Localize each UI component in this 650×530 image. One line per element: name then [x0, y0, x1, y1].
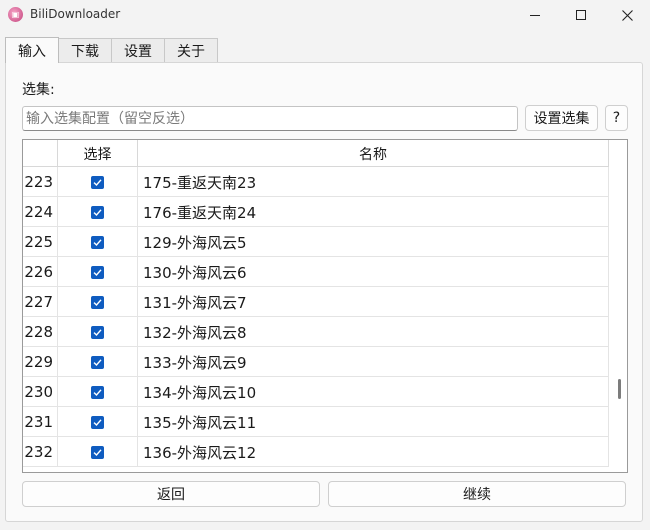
- set-episodes-button[interactable]: 设置选集: [525, 105, 598, 131]
- checkmark-icon: [93, 448, 102, 456]
- tab-settings[interactable]: 设置: [111, 38, 165, 63]
- episode-name: 133-外海风云9: [138, 347, 609, 377]
- table-row[interactable]: 223 175-重返天南23: [23, 167, 609, 197]
- maximize-icon: [576, 10, 586, 20]
- row-checkbox[interactable]: [91, 385, 104, 399]
- episode-name: 134-外海风云10: [138, 377, 609, 407]
- table-row[interactable]: 231 135-外海风云11: [23, 407, 609, 437]
- tab-about[interactable]: 关于: [164, 38, 218, 63]
- select-cell: [57, 257, 138, 287]
- table-row[interactable]: 224 176-重返天南24: [23, 197, 609, 227]
- row-index: 224: [24, 203, 53, 221]
- checkmark-icon: [93, 298, 102, 306]
- scrollbar-thumb[interactable]: [618, 379, 621, 399]
- episode-name: 132-外海风云8: [138, 317, 609, 347]
- row-index: 229: [24, 353, 53, 371]
- episode-name: 136-外海风云12: [138, 437, 609, 467]
- row-checkbox[interactable]: [91, 415, 104, 429]
- checkmark-icon: [93, 208, 102, 216]
- close-button[interactable]: [604, 0, 650, 30]
- input-panel: 选集: 设置选集 ? 选择 名称 223 175-重返天南23 224 176-重返天…: [5, 62, 643, 522]
- table-row[interactable]: 229 133-外海风云9: [23, 347, 609, 377]
- row-checkbox[interactable]: [91, 295, 104, 309]
- checkmark-icon: [93, 268, 102, 276]
- maximize-button[interactable]: [558, 0, 604, 30]
- select-cell: [57, 377, 138, 407]
- episode-name: 175-重返天南23: [138, 167, 609, 197]
- tab-bar: 输入 下载 设置 关于: [5, 37, 218, 63]
- row-index: 232: [24, 443, 53, 461]
- select-cell: [57, 407, 138, 437]
- help-button[interactable]: ?: [605, 105, 628, 131]
- row-index: 228: [24, 323, 53, 341]
- title-bar: ▣ BiliDownloader: [0, 0, 650, 30]
- vertical-scrollbar[interactable]: [612, 167, 627, 472]
- row-checkbox[interactable]: [91, 325, 104, 339]
- table-row[interactable]: 227 131-外海风云7: [23, 287, 609, 317]
- back-button[interactable]: 返回: [22, 481, 320, 507]
- row-checkbox[interactable]: [91, 445, 104, 459]
- episode-name: 135-外海风云11: [138, 407, 609, 437]
- checkmark-icon: [93, 328, 102, 336]
- table-header: 选择 名称: [23, 140, 609, 167]
- select-cell: [57, 317, 138, 347]
- table-row[interactable]: 225 129-外海风云5: [23, 227, 609, 257]
- row-index: 225: [24, 233, 53, 251]
- column-header-select[interactable]: 选择: [57, 140, 138, 167]
- tab-input[interactable]: 输入: [5, 37, 59, 63]
- episode-select-input[interactable]: [22, 106, 518, 131]
- row-index: 227: [24, 293, 53, 311]
- checkmark-icon: [93, 418, 102, 426]
- checkmark-icon: [93, 388, 102, 396]
- select-cell: [57, 437, 138, 467]
- table-row[interactable]: 232 136-外海风云12: [23, 437, 609, 467]
- app-logo-icon: ▣: [8, 7, 23, 22]
- row-checkbox[interactable]: [91, 175, 104, 189]
- minimize-icon: [530, 14, 540, 16]
- select-cell: [57, 347, 138, 377]
- episode-name: 130-外海风云6: [138, 257, 609, 287]
- select-cell: [57, 197, 138, 227]
- continue-button[interactable]: 继续: [328, 481, 626, 507]
- table-row[interactable]: 230 134-外海风云10: [23, 377, 609, 407]
- window-title: BiliDownloader: [30, 7, 121, 21]
- row-index: 223: [24, 173, 53, 191]
- row-checkbox[interactable]: [91, 355, 104, 369]
- minimize-button[interactable]: [512, 0, 558, 30]
- column-header-name[interactable]: 名称: [138, 140, 609, 167]
- checkmark-icon: [93, 178, 102, 186]
- close-icon: [621, 9, 633, 21]
- table-body: 223 175-重返天南23 224 176-重返天南24 225 129-外海风云5 22…: [23, 167, 609, 467]
- row-checkbox[interactable]: [91, 235, 104, 249]
- episode-select-label: 选集:: [22, 82, 55, 98]
- row-index: 230: [24, 383, 53, 401]
- episode-name: 131-外海风云7: [138, 287, 609, 317]
- row-index: 231: [24, 413, 53, 431]
- checkmark-icon: [93, 238, 102, 246]
- table-row[interactable]: 228 132-外海风云8: [23, 317, 609, 347]
- row-index: 226: [24, 263, 53, 281]
- row-checkbox[interactable]: [91, 265, 104, 279]
- episode-name: 176-重返天南24: [138, 197, 609, 227]
- tab-download[interactable]: 下载: [58, 38, 112, 63]
- episode-table: 选择 名称 223 175-重返天南23 224 176-重返天南24 225 129-外…: [22, 139, 628, 473]
- episode-name: 129-外海风云5: [138, 227, 609, 257]
- select-cell: [57, 167, 138, 197]
- row-checkbox[interactable]: [91, 205, 104, 219]
- select-cell: [57, 227, 138, 257]
- table-row[interactable]: 226 130-外海风云6: [23, 257, 609, 287]
- checkmark-icon: [93, 358, 102, 366]
- select-cell: [57, 287, 138, 317]
